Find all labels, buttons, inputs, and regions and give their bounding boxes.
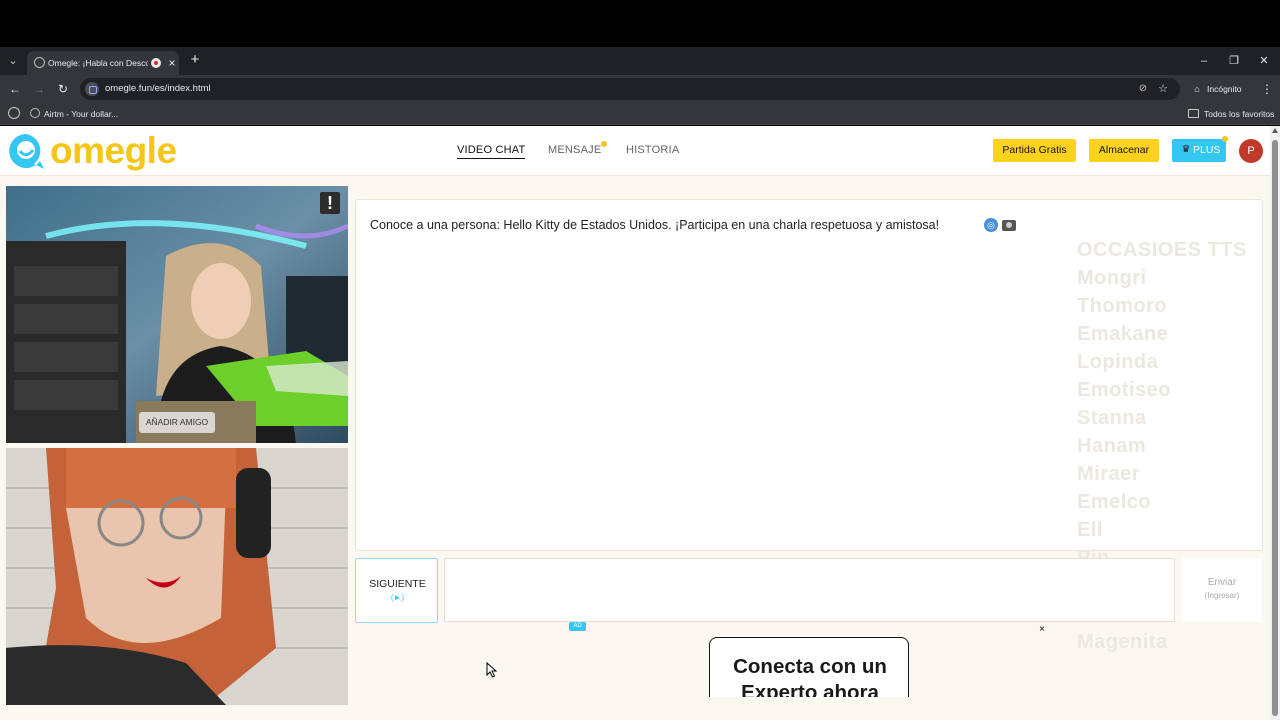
tab-close-icon[interactable]: × — [166, 56, 178, 70]
incognito-icon: ⌂ — [1194, 84, 1200, 94]
nav-mensaje[interactable]: MENSAJE — [548, 143, 601, 157]
self-video-feed — [6, 448, 348, 705]
browser-toolbar: ← → ↻ omegle.fun/es/index.html ⊘ ☆ ⌂ Inc… — [0, 75, 1280, 103]
free-game-button[interactable]: Partida Gratis — [993, 139, 1076, 162]
ad-badge: AD — [569, 622, 586, 631]
send-shortcut-hint: (Ingresar) — [1204, 591, 1240, 600]
bookmark-label: Airtm - Your dollar... — [44, 109, 119, 119]
omegle-logo-icon[interactable] — [6, 131, 46, 171]
back-arrow-icon[interactable]: ← — [7, 81, 23, 97]
globe-icon: ◎ — [984, 218, 998, 232]
report-button[interactable]: ! — [320, 192, 340, 214]
incognito-label: Incógnito — [1207, 84, 1242, 94]
ad-banner[interactable]: Conecta con un Experto ahora — [709, 637, 909, 697]
next-shortcut-hint: (►) — [390, 593, 405, 602]
remote-video-feed — [6, 186, 348, 443]
scroll-up-icon[interactable] — [1272, 128, 1278, 133]
page-viewport: omegle VIDEO CHAT MENSAJE HISTORIA Parti… — [0, 126, 1280, 720]
address-bar[interactable]: omegle.fun/es/index.html — [80, 78, 1180, 100]
all-bookmarks-label: Todos los favoritos — [1204, 109, 1275, 119]
notification-dot — [601, 141, 607, 147]
close-window-button[interactable]: ✕ — [1256, 53, 1272, 69]
plus-label: PLUS — [1193, 144, 1221, 156]
nav-video-chat[interactable]: VIDEO CHAT — [457, 143, 526, 159]
nav-historia[interactable]: HISTORIA — [626, 143, 679, 157]
site-header: omegle VIDEO CHAT MENSAJE HISTORIA Parti… — [0, 126, 1270, 176]
forward-arrow-icon[interactable]: → — [31, 81, 47, 97]
reload-icon[interactable]: ↻ — [55, 81, 71, 97]
browser-tab-bar: ⌄ Omegle: ¡Habla con Desconocidos! × + –… — [0, 47, 1280, 75]
ad-headline: Conecta con un Experto ahora — [733, 655, 887, 697]
tab-search-icon[interactable]: ⌄ — [5, 54, 21, 68]
globe-icon — [30, 108, 40, 118]
plus-notification-dot — [1222, 136, 1228, 142]
browser-menu-icon[interactable]: ⋮ — [1261, 81, 1273, 97]
crown-icon: ♛ — [1181, 144, 1191, 155]
avatar[interactable]: P — [1239, 139, 1263, 163]
eye-off-icon[interactable]: ⊘ — [1136, 81, 1150, 97]
bookmark-star-icon[interactable]: ☆ — [1156, 81, 1170, 97]
incognito-button[interactable]: ⌂ Incógnito — [1186, 79, 1256, 99]
store-button[interactable]: Almacenar — [1089, 139, 1159, 162]
bookmarks-bar: Airtm - Your dollar... Todos los favorit… — [0, 103, 1280, 125]
plus-button[interactable]: ♛ PLUS — [1172, 139, 1226, 162]
stranger-intro-message: Conoce a una persona: Hello Kitty de Est… — [370, 218, 940, 232]
screen: ⌄ Omegle: ¡Habla con Desconocidos! × + –… — [0, 0, 1280, 720]
recording-icon — [151, 58, 161, 68]
tab-favicon-icon — [34, 57, 45, 68]
logo-text[interactable]: omegle — [50, 128, 177, 174]
new-tab-button[interactable]: + — [188, 52, 202, 68]
maximize-button[interactable]: ❐ — [1226, 53, 1242, 69]
tab-title: Omegle: ¡Habla con Desconocidos! — [48, 58, 148, 68]
remote-video: ! AÑADIR AMIGO — [6, 186, 348, 443]
add-friend-button[interactable]: AÑADIR AMIGO — [139, 412, 215, 433]
self-video — [6, 448, 348, 705]
message-input[interactable] — [444, 558, 1175, 622]
mouse-cursor-icon — [486, 662, 498, 678]
send-label: Enviar — [1207, 577, 1237, 588]
next-label: SIGUIENTE — [369, 578, 426, 590]
minimize-button[interactable]: – — [1196, 53, 1212, 69]
browser-tab[interactable]: Omegle: ¡Habla con Desconocidos! × — [27, 51, 179, 75]
ad-close-icon[interactable]: × — [1036, 624, 1048, 636]
site-info-icon[interactable] — [85, 82, 99, 96]
send-button[interactable]: Enviar (Ingresar) — [1182, 558, 1262, 622]
all-bookmarks-button[interactable]: Todos los favoritos — [1188, 107, 1276, 121]
url-text[interactable]: omegle.fun/es/index.html — [105, 82, 211, 96]
apps-icon[interactable] — [8, 107, 20, 119]
next-button[interactable]: SIGUIENTE (►) — [355, 558, 438, 623]
scrollbar-thumb[interactable] — [1272, 140, 1278, 716]
camera-icon — [1002, 220, 1016, 231]
folder-icon — [1188, 109, 1199, 118]
